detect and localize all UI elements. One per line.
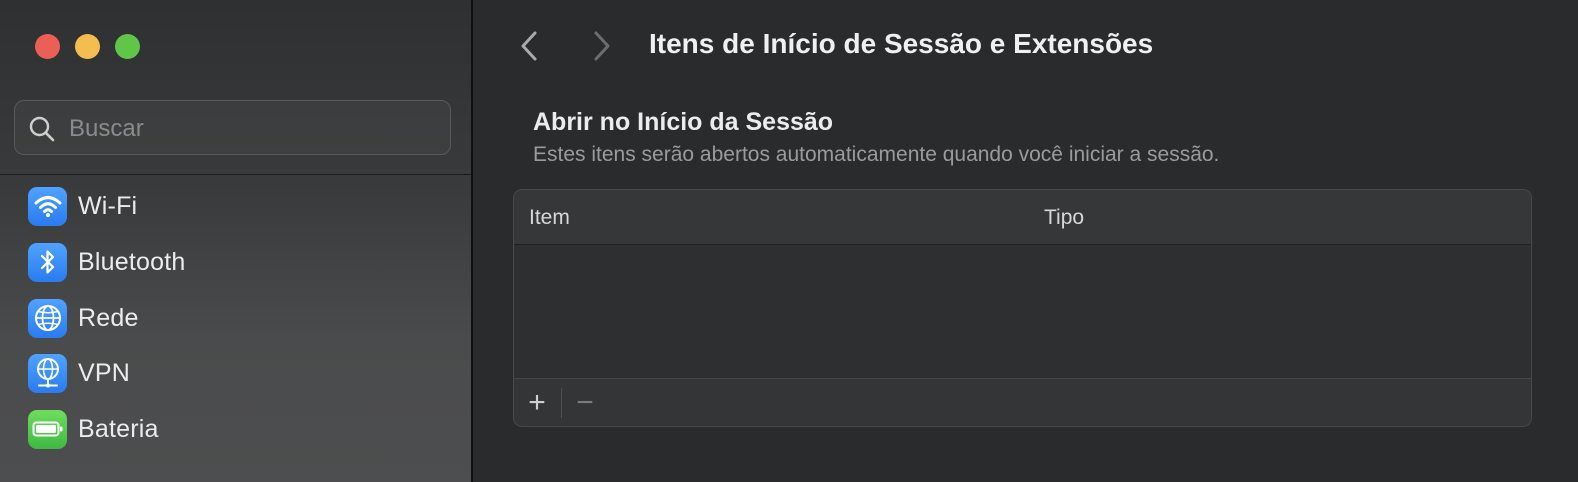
zoom-window-button[interactable] bbox=[115, 34, 140, 59]
forward-button[interactable] bbox=[586, 28, 616, 64]
add-item-button[interactable]: + bbox=[514, 379, 560, 426]
vpn-globe-icon bbox=[28, 353, 67, 393]
section-subtitle: Estes itens serão abertos automaticament… bbox=[533, 143, 1220, 166]
bluetooth-icon bbox=[28, 242, 67, 282]
search-icon bbox=[29, 116, 55, 142]
sidebar-item-label: Wi-Fi bbox=[78, 191, 138, 220]
battery-icon bbox=[28, 409, 67, 449]
sidebar-item-label: Bateria bbox=[78, 414, 159, 443]
globe-icon bbox=[28, 298, 67, 338]
page-title: Itens de Início de Sessão e Extensões bbox=[649, 28, 1154, 59]
column-header-item[interactable]: Item bbox=[529, 206, 570, 230]
sidebar-item-vpn[interactable]: VPN bbox=[28, 352, 448, 394]
sidebar-item-label: VPN bbox=[78, 358, 131, 387]
main-content: Itens de Início de Sessão e Extensões Ab… bbox=[473, 0, 1578, 482]
section-title: Abrir no Início da Sessão bbox=[533, 108, 834, 136]
sidebar-item-bateria[interactable]: Bateria bbox=[28, 408, 448, 450]
column-header-tipo[interactable]: Tipo bbox=[1044, 206, 1084, 230]
sidebar-item-rede[interactable]: Rede bbox=[28, 297, 448, 339]
sidebar-divider bbox=[0, 174, 471, 175]
remove-item-button[interactable]: − bbox=[562, 379, 608, 426]
wifi-icon bbox=[28, 186, 67, 226]
sidebar-item-bluetooth[interactable]: Bluetooth bbox=[28, 241, 448, 283]
search-field[interactable] bbox=[14, 100, 451, 155]
close-window-button[interactable] bbox=[35, 34, 60, 59]
sidebar-item-label: Rede bbox=[78, 303, 139, 332]
table-header: Item Tipo bbox=[514, 190, 1531, 245]
sidebar: Wi-Fi Bluetooth Rede bbox=[0, 0, 473, 482]
login-items-table: Item Tipo + − bbox=[513, 189, 1532, 427]
table-toolbar: + − bbox=[514, 378, 1531, 426]
back-button[interactable] bbox=[515, 28, 545, 64]
minimize-window-button[interactable] bbox=[75, 34, 100, 59]
sidebar-item-wifi[interactable]: Wi-Fi bbox=[28, 185, 448, 227]
search-input[interactable] bbox=[67, 111, 441, 147]
sidebar-item-label: Bluetooth bbox=[78, 247, 186, 276]
